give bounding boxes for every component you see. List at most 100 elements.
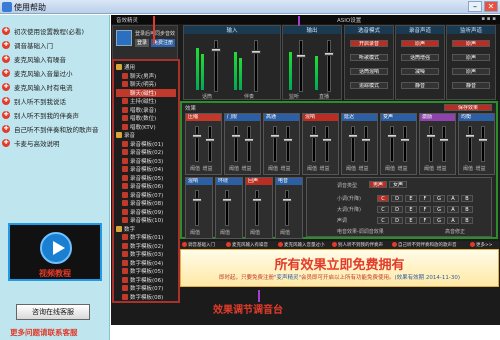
mode-button-3[interactable]: 话筒混响 [350,68,388,75]
mode-button-4[interactable]: 追踪模式 [350,82,388,89]
effect-fader-knob[interactable] [270,134,280,138]
preset-item[interactable]: 数字模板(08) [116,293,176,302]
effect-fader-knob[interactable] [426,134,436,138]
help-item[interactable]: ✚ 麦克风输入有噪音 [2,53,66,64]
avatar[interactable] [116,30,132,46]
key-button[interactable]: D [391,206,403,213]
electro-mode-male-button[interactable]: 男声 [369,181,387,188]
preset-item[interactable]: 录音模板(09) [116,208,176,217]
preset-item[interactable]: 数字模板(02) [116,242,176,251]
key-button[interactable]: G [433,217,445,224]
consult-online-button[interactable]: 咨询在线客服 [16,304,90,320]
close-button[interactable]: ✕ [484,1,498,12]
live-fader-knob[interactable] [324,52,334,56]
mode-button-1[interactable]: 开启录音 [350,40,388,47]
monitor-button-2[interactable]: 原声 [452,54,490,61]
preset-item[interactable]: 录音模板(01) [116,140,176,149]
effect-fader-knob[interactable] [348,134,358,138]
effect-fader-knob[interactable] [477,138,488,142]
monitor-button-3[interactable]: 原声 [452,68,490,75]
key-button[interactable]: A [447,206,459,213]
effect-fader-knob[interactable] [321,138,332,142]
window-controls[interactable]: ▪ ▪ ▪ [481,16,496,22]
help-item[interactable]: ✚ 自己听不到伴奏和放的歌声音 [2,123,99,134]
effect-fader-knob[interactable] [465,134,475,138]
preset-item[interactable]: 录音模板(05) [116,174,176,183]
preset-item[interactable]: 数字模板(05) [116,267,176,276]
key-button[interactable]: F [419,206,431,213]
key-button[interactable]: E [405,195,417,202]
asio-settings-link[interactable]: ASIO设置 [337,16,361,24]
key-button[interactable]: G [433,206,445,213]
preset-folder[interactable]: 通用 [116,63,176,72]
preset-item[interactable]: 录音模板(03) [116,157,176,166]
help-item[interactable]: ✚ 调音基础入门 [2,39,53,50]
electro-mode-female-button[interactable]: 女声 [389,181,407,188]
effect-fader-knob[interactable] [204,138,215,142]
preset-item[interactable]: 唱歌(KTV) [116,123,176,132]
preset-item[interactable]: 录音模板(06) [116,182,176,191]
effect-fader-knob[interactable] [243,138,254,142]
save-effect-button[interactable]: 保存效果 [444,104,492,111]
preset-item[interactable]: 数字模板(04) [116,259,176,268]
minimize-button[interactable]: – [468,1,482,12]
preset-item[interactable]: 录音模板(02) [116,148,176,157]
help-item[interactable]: ✚ 卡麦与高效说明 [2,137,60,148]
preset-folder[interactable]: 录音 [116,131,176,140]
preset-item[interactable]: 数字模板(01) [116,233,176,242]
key-button[interactable]: E [405,206,417,213]
key-button[interactable]: C [377,217,389,224]
effect-fader-knob[interactable] [282,138,293,142]
login-button[interactable]: 登录 [135,39,150,47]
help-item[interactable]: ✚ 麦克风输入时有电流 [2,81,73,92]
effect-fader-knob[interactable] [252,198,262,202]
preset-item[interactable]: 数字模板(07) [116,284,176,293]
key-button[interactable]: F [419,195,431,202]
bottom-link[interactable]: 麦克风输入音量过小 [278,242,325,248]
preset-item[interactable]: 录音模板(04) [116,165,176,174]
effect-fader-knob[interactable] [222,198,232,202]
key-button[interactable]: D [391,195,403,202]
preset-item[interactable]: 数字模板(06) [116,276,176,285]
monitor-button-1[interactable]: 原声 [452,40,490,47]
preset-item[interactable]: 聊天(男声) [116,72,176,81]
music-fader-knob[interactable] [251,50,261,54]
help-item[interactable]: ✚ 别人听不到我说话 [2,95,66,106]
key-button[interactable]: D [391,217,403,224]
play-icon[interactable] [40,232,72,264]
preset-item[interactable]: 聊天(明亮) [116,80,176,89]
mic-fader-knob[interactable] [211,48,221,52]
preset-item[interactable]: 录音模板(08) [116,199,176,208]
key-button[interactable]: C [377,206,389,213]
bottom-link[interactable]: 麦克风输入有噪音 [226,242,268,248]
contact-support-link[interactable]: 更多问题请联系客服 [10,327,78,338]
effect-fader-knob[interactable] [387,134,397,138]
video-tutorial[interactable]: 视频教程 [8,223,102,281]
help-item[interactable]: ✚ 麦克风输入音量过小 [2,67,73,78]
preset-item[interactable]: 录音模板(07) [116,191,176,200]
bottom-link[interactable]: 别人听不到我的伴奏声 [332,242,383,248]
key-button[interactable]: E [405,217,417,224]
monitor-fader-knob[interactable] [296,54,306,58]
preset-item[interactable]: 数字模板(03) [116,250,176,259]
voice-button-3[interactable]: 减噪 [401,68,439,75]
key-button[interactable]: F [419,217,431,224]
help-item[interactable]: ✚ 别人听不到我的伴奏声 [2,109,79,120]
effect-fader-knob[interactable] [399,138,410,142]
voice-button-4[interactable]: 静音 [401,82,439,89]
preset-folder[interactable]: 数字 [116,225,176,234]
monitor-button-4[interactable]: 静音 [452,82,490,89]
key-button[interactable]: G [433,195,445,202]
key-button[interactable]: A [447,217,459,224]
bottom-link[interactable]: 调音基础入门 [182,242,215,248]
effect-fader-knob[interactable] [360,138,371,142]
bottom-link[interactable]: 自己听不到伴奏和放的歌声音 [392,242,457,248]
preset-item[interactable]: 录音模板(10) [116,216,176,225]
preset-item[interactable]: 唱歌(录音) [116,106,176,115]
effect-fader-knob[interactable] [192,198,202,202]
effect-fader-knob[interactable] [438,138,449,142]
preset-item[interactable]: 聊天(磁性) [116,88,176,97]
effect-fader-knob[interactable] [282,198,292,202]
key-button[interactable]: C [377,195,389,202]
preset-item[interactable]: 主持(磁性) [116,97,176,106]
